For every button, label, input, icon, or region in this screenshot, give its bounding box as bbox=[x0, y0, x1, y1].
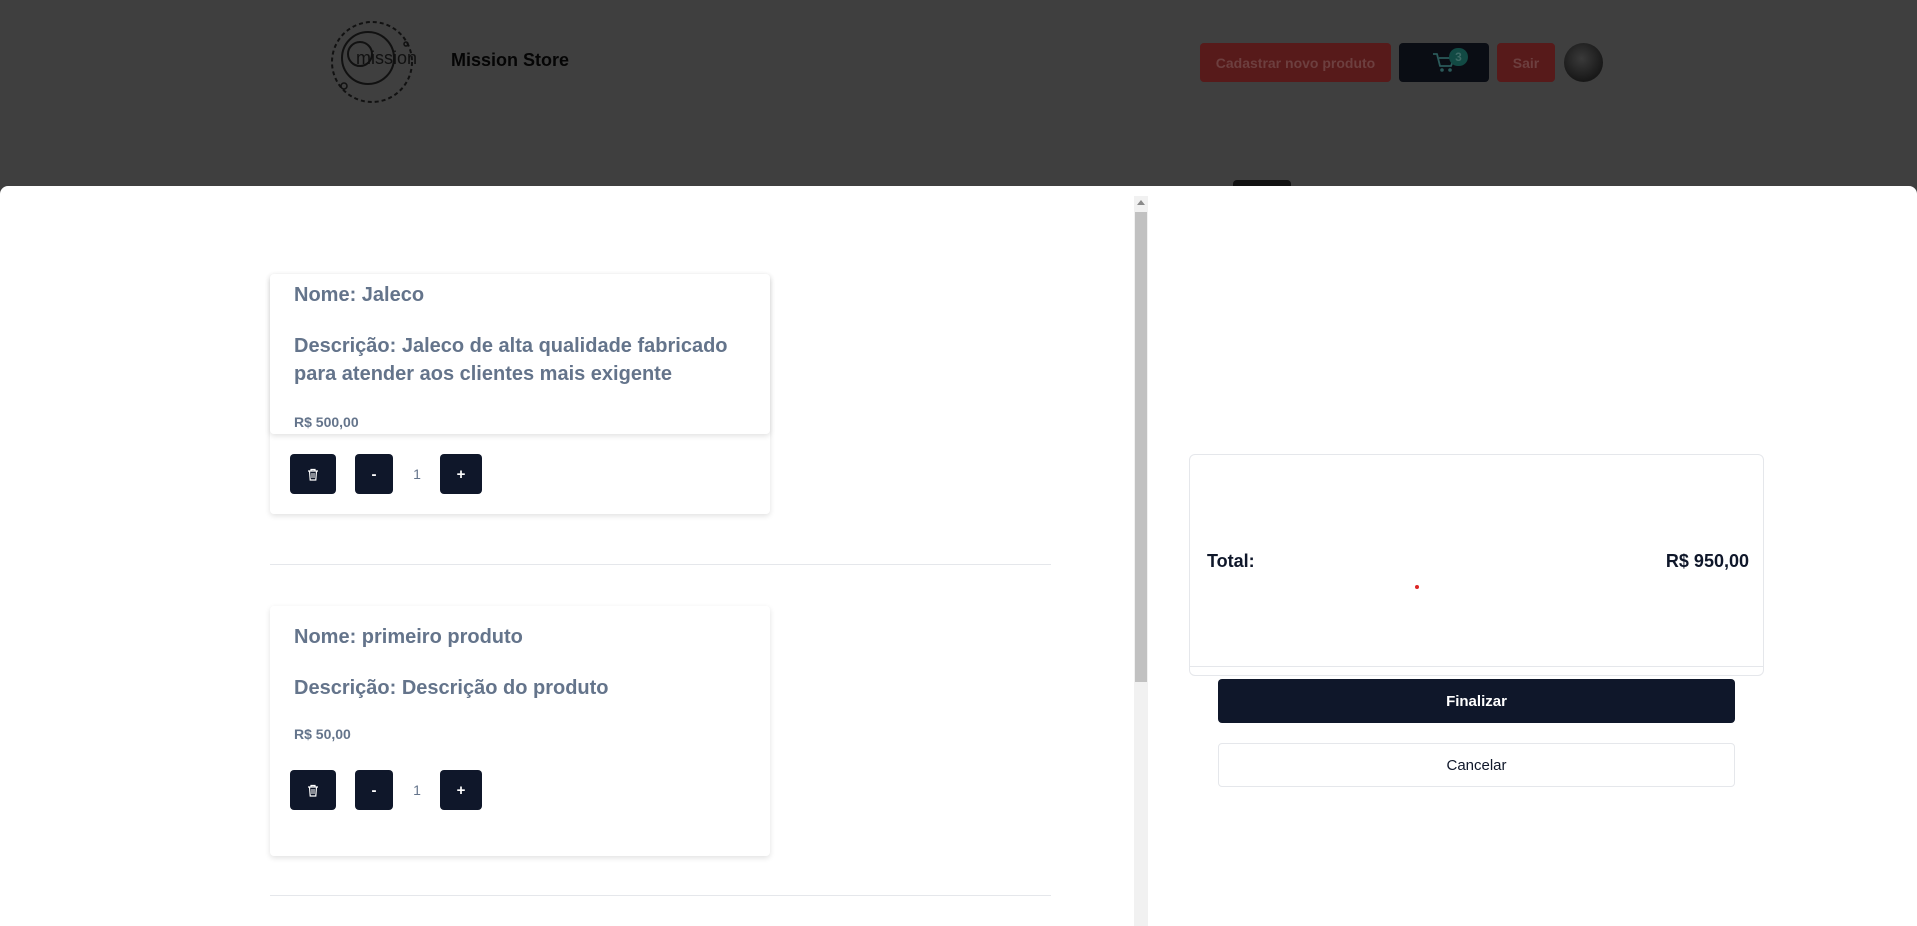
divider bbox=[1190, 666, 1763, 667]
divider bbox=[270, 895, 1051, 896]
quantity-value: 1 bbox=[413, 466, 421, 482]
total-value: R$ 950,00 bbox=[1665, 551, 1749, 571]
avatar[interactable] bbox=[1564, 43, 1603, 82]
cancel-button[interactable]: Cancelar bbox=[1218, 743, 1735, 787]
trash-icon bbox=[308, 784, 318, 797]
delete-item-button[interactable] bbox=[290, 454, 336, 494]
delete-item-button[interactable] bbox=[290, 770, 336, 810]
increase-quantity-button[interactable]: + bbox=[440, 454, 482, 494]
scrollbar[interactable] bbox=[1134, 196, 1148, 926]
new-product-button[interactable]: Cadastrar novo produto bbox=[1200, 43, 1391, 82]
product-name: Nome: primeiro produto bbox=[294, 626, 523, 648]
trash-icon bbox=[308, 468, 318, 481]
cursor-dot bbox=[1415, 585, 1419, 589]
product-name: Nome: Jaleco bbox=[294, 284, 425, 306]
cart-button[interactable]: 3 bbox=[1399, 43, 1489, 82]
cart-drawer: Nome: Jaleco Descrição: Jaleco de alta q… bbox=[0, 186, 1917, 926]
product-description: Descrição: Jaleco de alta qualidade fabr… bbox=[294, 335, 728, 385]
logout-button[interactable]: Sair bbox=[1497, 43, 1555, 82]
scroll-thumb[interactable] bbox=[1135, 212, 1147, 682]
decrease-quantity-button[interactable]: - bbox=[355, 770, 393, 810]
increase-quantity-button[interactable]: + bbox=[440, 770, 482, 810]
mission-logo: mission bbox=[331, 21, 417, 103]
divider bbox=[270, 564, 1051, 565]
scroll-up-arrow-icon[interactable] bbox=[1137, 200, 1145, 205]
finish-button[interactable]: Finalizar bbox=[1218, 679, 1735, 723]
cart-count-badge: 3 bbox=[1449, 48, 1468, 66]
order-summary: Total: R$ 950,00 bbox=[1189, 454, 1764, 676]
product-price: R$ 50,00 bbox=[294, 726, 351, 742]
page-header: mission Mission Store Cadastrar novo pro… bbox=[0, 0, 1917, 190]
cart-item: Nome: primeiro produto Descrição: Descri… bbox=[270, 606, 770, 856]
cart-items-list: Nome: Jaleco Descrição: Jaleco de alta q… bbox=[0, 186, 1134, 926]
store-name: Mission Store bbox=[451, 50, 570, 70]
total-label: Total: bbox=[1207, 551, 1255, 571]
product-price: R$ 500,00 bbox=[294, 414, 359, 430]
quantity-value: 1 bbox=[413, 782, 421, 798]
decrease-quantity-button[interactable]: - bbox=[355, 454, 393, 494]
cart-item: Nome: Jaleco Descrição: Jaleco de alta q… bbox=[270, 274, 770, 494]
svg-text:mission: mission bbox=[356, 48, 417, 68]
product-description: Descrição: Descrição do produto bbox=[294, 677, 609, 699]
